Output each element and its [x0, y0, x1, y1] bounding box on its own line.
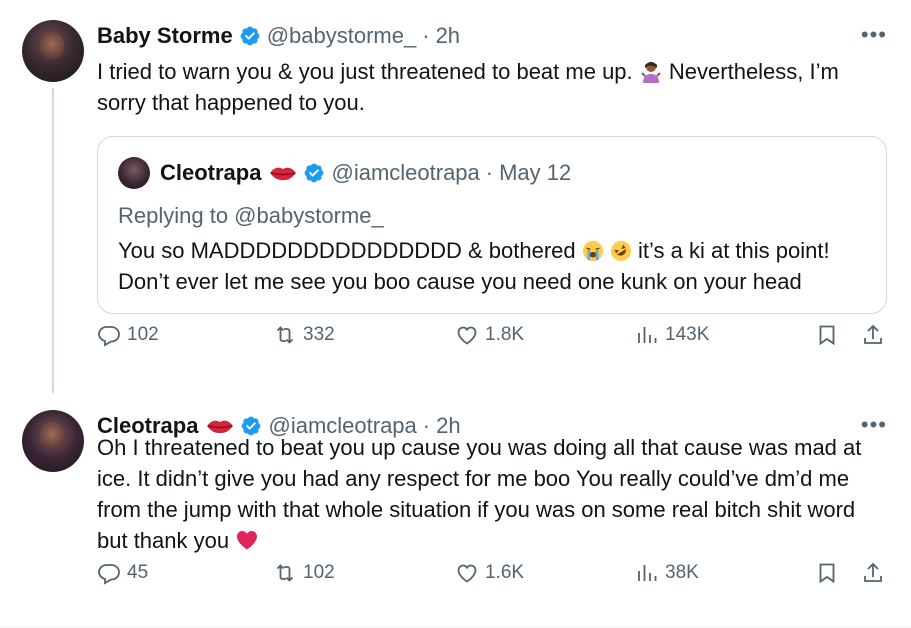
replying-to-label: Replying to @babystorme_ [118, 203, 384, 228]
thread-connector-line [52, 88, 54, 393]
bookmark-icon [819, 563, 835, 584]
bookmark-button[interactable] [815, 323, 845, 347]
views-button[interactable]: 143K [635, 323, 709, 347]
verified-badge-icon [305, 163, 324, 183]
tweet-cleotrapa[interactable]: Cleotrapa @iamcleotrapa · 2h ••• Oh I th… [0, 390, 911, 628]
display-name: Cleotrapa [160, 160, 262, 185]
user-handle[interactable]: @babystorme_ [267, 22, 417, 50]
quoted-tweet-header: Cleotrapa @iamcleotrapa · May 12 [118, 157, 571, 189]
reply-count: 102 [127, 324, 159, 345]
tweet-text-part: I tried to warn you & you just threatene… [97, 59, 633, 84]
avatar [118, 157, 150, 189]
bookmark-icon [819, 325, 835, 346]
like-button[interactable]: 1.8K [455, 323, 524, 347]
share-icon [864, 324, 882, 344]
avatar[interactable] [22, 410, 84, 472]
person-shrugging-emoji-icon [641, 62, 661, 83]
bookmark-button[interactable] [815, 561, 845, 585]
reply-count: 45 [127, 562, 149, 583]
heart-icon [457, 326, 477, 345]
views-button[interactable]: 38K [635, 561, 699, 585]
tweet-text: I tried to warn you & you just threatene… [97, 56, 887, 118]
retweet-button[interactable]: 102 [273, 561, 335, 585]
timestamp: May 12 [499, 160, 572, 185]
retweet-count: 102 [303, 562, 335, 583]
tweet-baby-storme[interactable]: Baby Storme @babystorme_ · 2h ••• I trie… [0, 0, 911, 393]
heart-icon [457, 564, 477, 583]
retweet-count: 332 [303, 324, 335, 345]
rolling-laughing-face-emoji-icon [610, 240, 631, 262]
view-count: 143K [665, 324, 710, 345]
tweet-text: Oh I threatened to beat you up cause you… [97, 432, 887, 556]
reply-button[interactable]: 45 [97, 561, 148, 585]
user-handle: @iamcleotrapa [331, 160, 480, 185]
like-count: 1.8K [485, 324, 525, 345]
like-count: 1.6K [485, 562, 525, 583]
view-count: 38K [665, 562, 699, 583]
share-button[interactable] [861, 561, 891, 585]
quoted-tweet-text: You so MADDDDDDDDDDDDDDD & bothered it’s… [118, 235, 870, 297]
retweet-icon [276, 326, 294, 344]
reply-icon [98, 326, 120, 347]
share-button[interactable] [861, 323, 891, 347]
more-options-icon[interactable]: ••• [861, 22, 887, 48]
tweet-text-part: Oh I threatened to beat you up cause you… [97, 435, 862, 553]
verified-badge-icon [240, 26, 260, 46]
retweet-icon [276, 564, 294, 582]
views-chart-icon [638, 327, 657, 343]
separator-dot: · [485, 160, 494, 185]
quoted-tweet[interactable]: Cleotrapa @iamcleotrapa · May 12 Replyin… [97, 136, 887, 314]
lips-emoji-icon [270, 167, 297, 181]
separator-dot: · [422, 23, 430, 48]
avatar[interactable] [22, 20, 84, 82]
crying-face-emoji-icon [582, 240, 603, 262]
timestamp[interactable]: 2h [436, 22, 460, 50]
tweet-header: Baby Storme @babystorme_ · 2h [97, 22, 460, 50]
reply-button[interactable]: 102 [97, 323, 159, 347]
display-name[interactable]: Baby Storme [97, 22, 233, 50]
share-icon [864, 562, 882, 582]
like-button[interactable]: 1.6K [455, 561, 524, 585]
views-chart-icon [638, 565, 657, 581]
tweet-text-part: You so MADDDDDDDDDDDDDDD & bothered [118, 238, 582, 263]
retweet-button[interactable]: 332 [273, 323, 335, 347]
red-heart-emoji-icon [237, 531, 258, 550]
reply-icon [98, 564, 120, 585]
